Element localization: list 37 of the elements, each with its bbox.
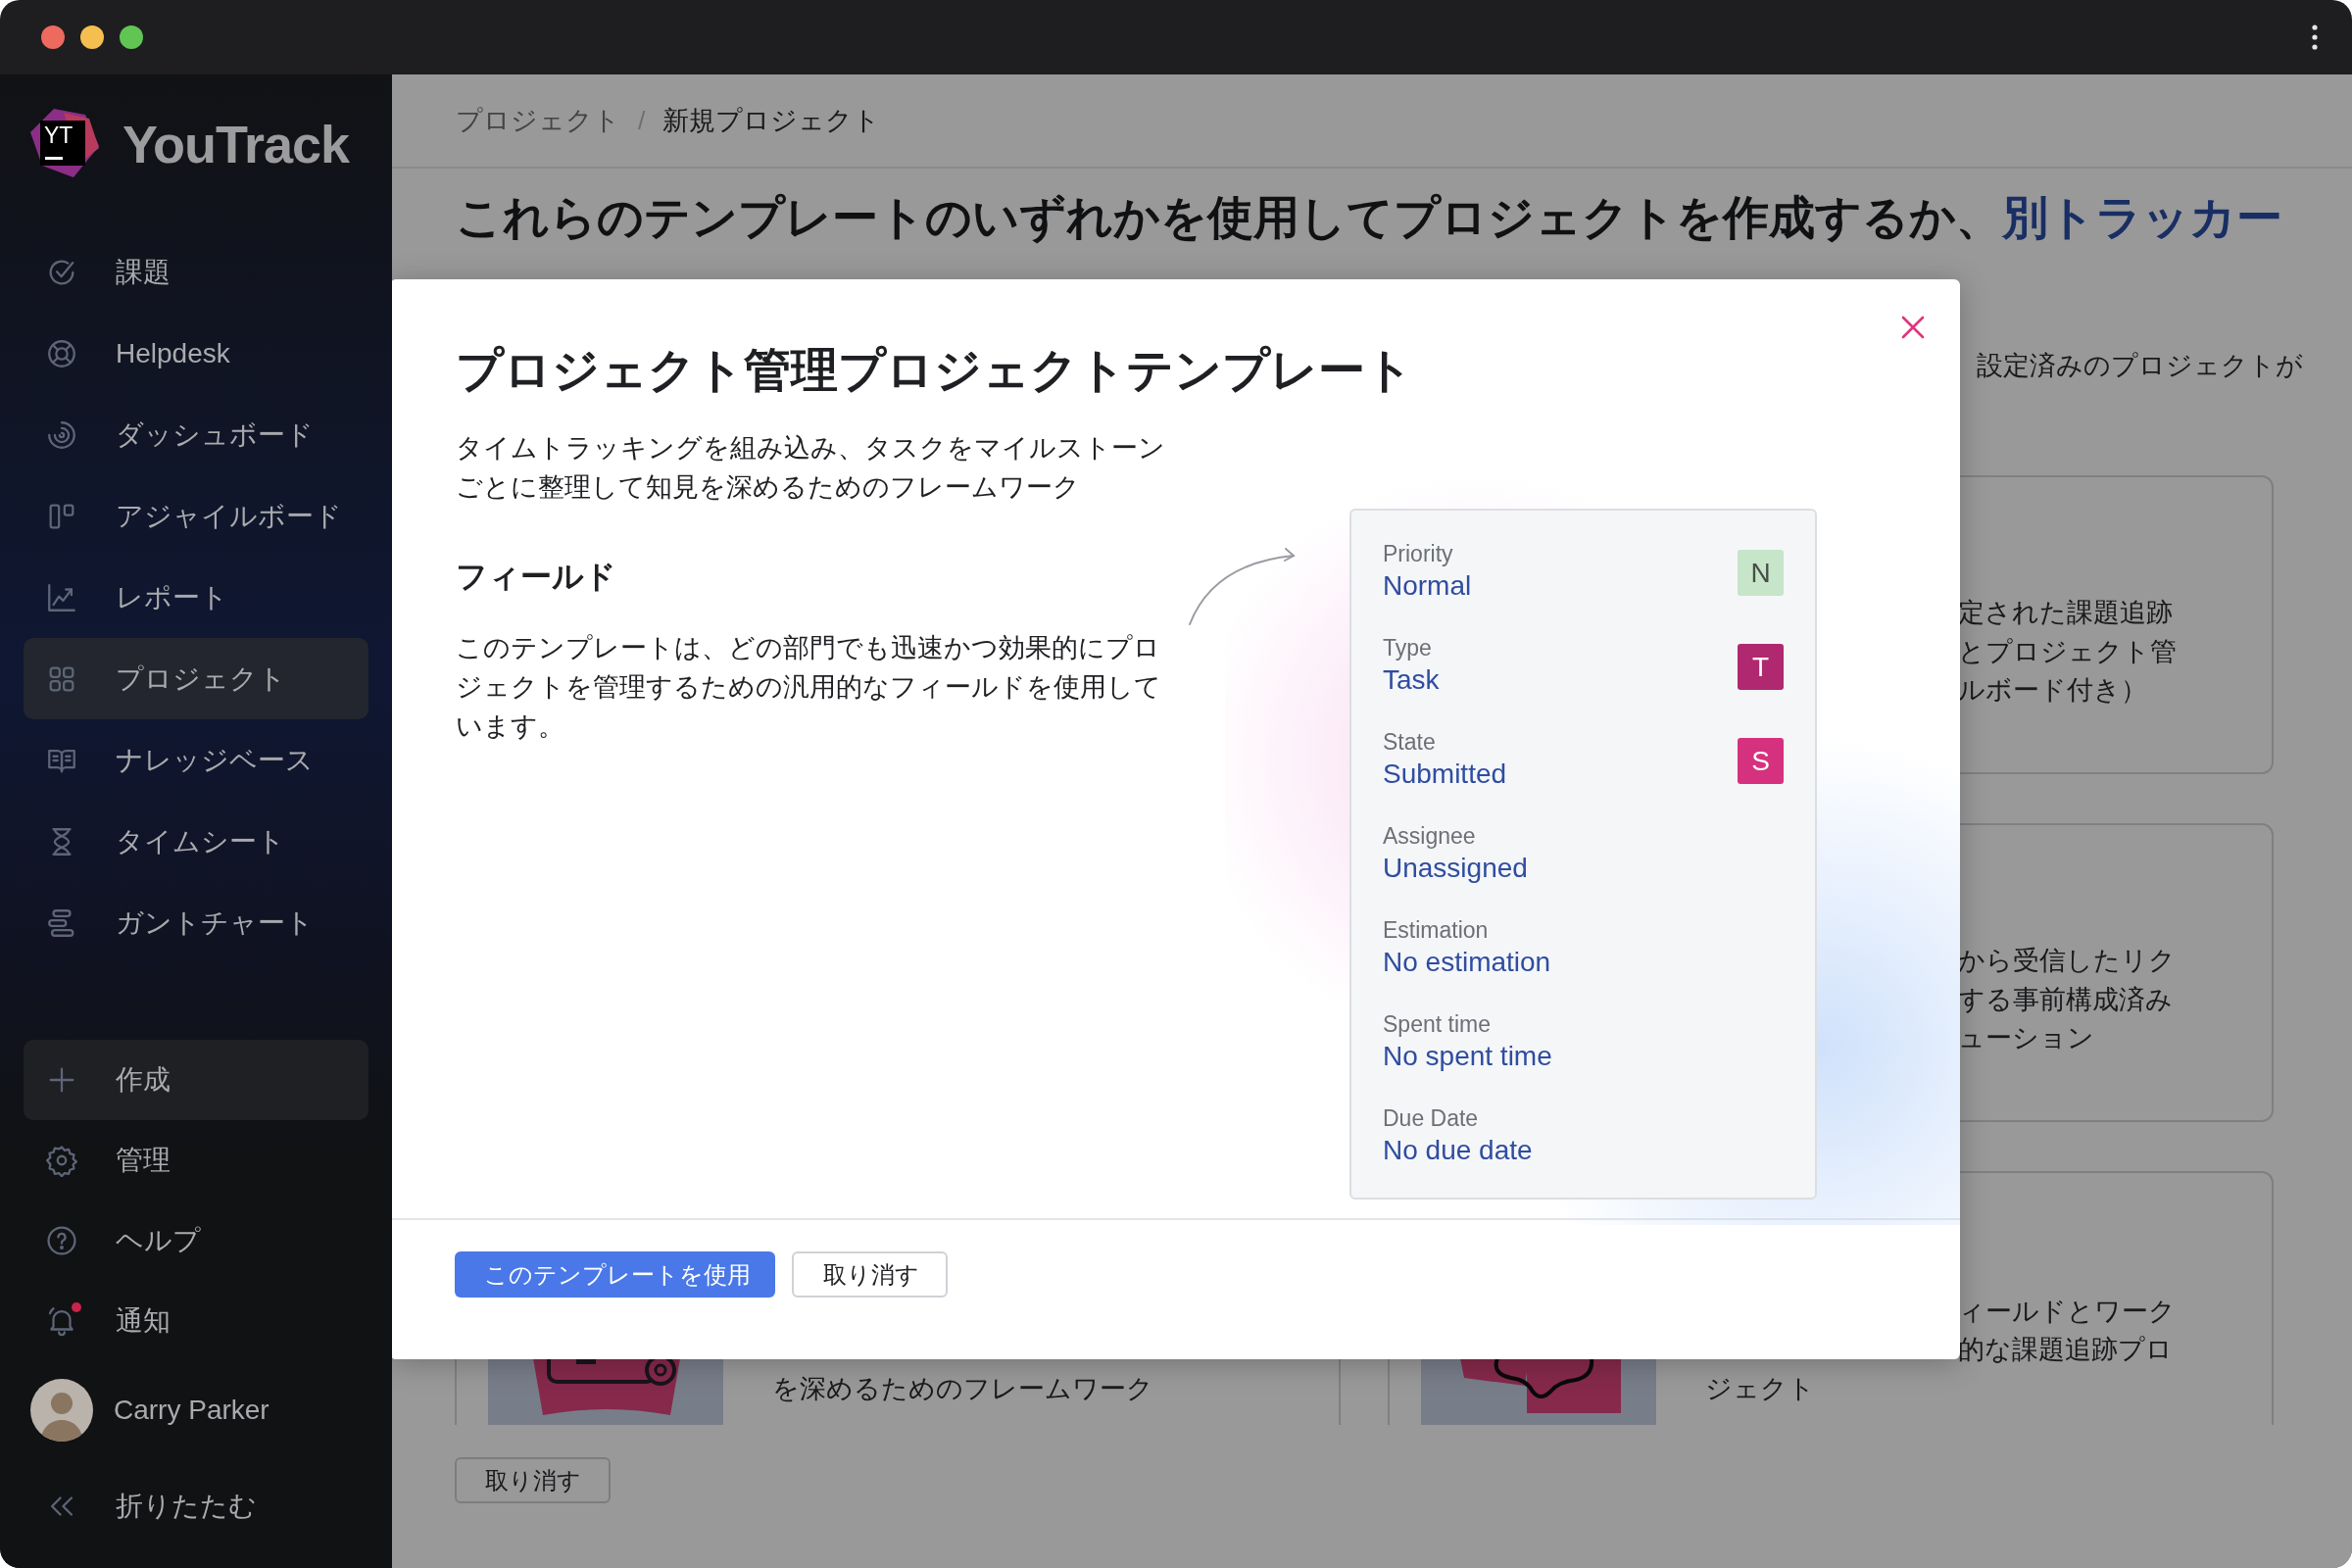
breadcrumb-separator: / — [638, 105, 646, 136]
card-text: とプロジェクト管 — [1958, 635, 2177, 668]
field-value: No spent time — [1383, 1040, 1552, 1073]
card-text: する事前構成済み — [1958, 983, 2173, 1016]
field-badge: S — [1738, 738, 1784, 784]
field-badge: T — [1738, 644, 1784, 690]
section-text: このテンプレートは、どの部門でも迅速かつ効果的にプロジェクトを管理するための汎用的なフィールドを使用しています。 — [456, 632, 1162, 743]
field-label: Priority — [1383, 540, 1454, 567]
card-text: を深めるためのフレームワーク — [772, 1372, 1153, 1405]
page-subtitle: 設定済みのプロジェクトが — [1977, 350, 2303, 382]
field-value: No estimation — [1383, 946, 1551, 979]
field-label: Due Date — [1383, 1104, 1480, 1132]
card-text: ューション — [1958, 1022, 2094, 1054]
page-heading: これらのテンプレートのいずれかを使用してプロジェクトを作成するか、別トラッカー — [456, 190, 2282, 246]
field-label: Estimation — [1383, 916, 1490, 944]
field-value: Submitted — [1383, 758, 1507, 791]
breadcrumb-item: 新規プロジェクト — [662, 105, 881, 137]
field-label: State — [1383, 728, 1437, 756]
card-text: ジェクト — [1705, 1372, 1815, 1405]
field-value: Task — [1383, 663, 1440, 697]
app-name: YouTrack — [122, 114, 350, 174]
card-text: ィールドとワーク — [1958, 1295, 2176, 1328]
field-value: Unassigned — [1383, 852, 1528, 885]
dialog-title: プロジェクト管理プロジェクトテンプレート — [456, 343, 1413, 398]
card-text: 定された課題追跡 — [1958, 597, 2173, 629]
field-label: Type — [1383, 634, 1433, 662]
field-value: No due date — [1383, 1134, 1533, 1167]
user-name: Carry Parker — [114, 1395, 270, 1426]
template-description: タイムトラッキングを組み込み、タスクをマイルストーンごとに整理して知見を深めるためのフレームワーク — [456, 432, 1166, 504]
section-heading: フィールド — [456, 558, 616, 596]
card-text: 的な課題追跡プロ — [1958, 1334, 2173, 1366]
card-text: から受信したリク — [1958, 945, 2176, 977]
field-value: Normal — [1383, 569, 1472, 603]
field-label: Assignee — [1383, 822, 1477, 850]
field-badge: N — [1738, 550, 1784, 596]
field-label: Spent time — [1383, 1010, 1492, 1038]
card-text: ルボード付き） — [1958, 674, 2147, 707]
